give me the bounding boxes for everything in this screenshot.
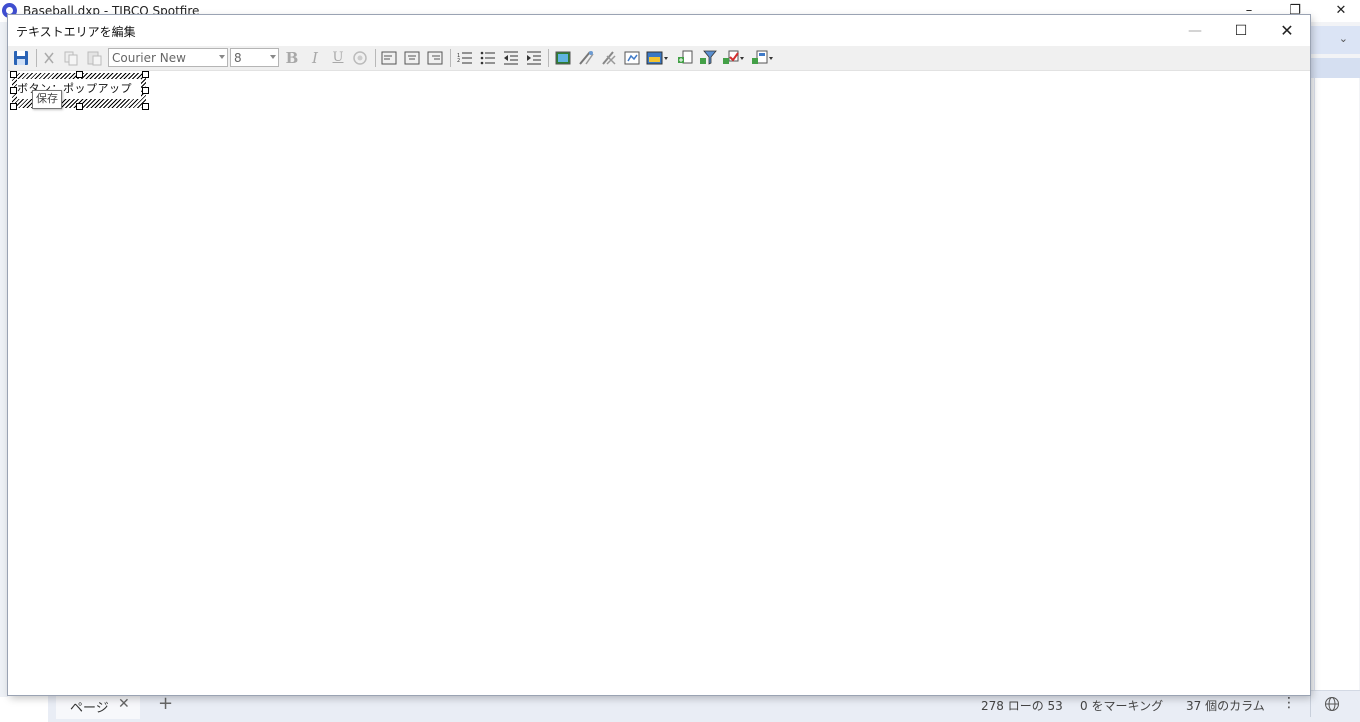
- more-controls-button[interactable]: [750, 48, 776, 68]
- marking-status: 0 をマーキング: [1080, 699, 1164, 713]
- dialog-maximize-button[interactable]: ☐: [1218, 15, 1264, 47]
- indent-button[interactable]: [524, 48, 544, 68]
- toolbar-separator: [548, 49, 549, 67]
- tab-close-icon[interactable]: ✕: [118, 696, 130, 712]
- save-icon: [14, 51, 28, 65]
- paste-button[interactable]: [84, 48, 104, 68]
- align-right-button[interactable]: [425, 48, 445, 68]
- resize-handle[interactable]: [142, 87, 149, 94]
- align-left-button[interactable]: [379, 48, 399, 68]
- add-page-button[interactable]: +: [158, 693, 173, 714]
- dialog-close-button[interactable]: ✕: [1264, 15, 1310, 47]
- column-count-status: 37 個のカラム: [1186, 699, 1265, 713]
- numbered-list-icon: 1 2: [457, 52, 472, 64]
- insert-image-button[interactable]: [553, 48, 573, 68]
- resize-handle[interactable]: [76, 103, 83, 110]
- remove-link-button[interactable]: [599, 48, 619, 68]
- bullet-list-button[interactable]: [478, 48, 498, 68]
- dialog-title: テキストエリアを編集: [16, 25, 136, 39]
- align-center-button[interactable]: [402, 48, 422, 68]
- property-control-button[interactable]: [622, 48, 642, 68]
- copy-icon: [64, 51, 78, 66]
- resize-handle[interactable]: [142, 71, 149, 78]
- app-background-right: ⌄: [1310, 22, 1360, 697]
- font-size-value: 8: [234, 51, 242, 65]
- font-size-select[interactable]: 8: [230, 48, 279, 67]
- insert-control-button[interactable]: [675, 48, 695, 68]
- action-link-icon: [579, 51, 594, 65]
- insert-table-button[interactable]: [645, 48, 671, 68]
- cut-icon: [44, 52, 54, 64]
- more-controls-icon: [752, 50, 773, 64]
- globe-icon[interactable]: [1324, 696, 1340, 712]
- filter-icon: [700, 50, 717, 65]
- editor-toolbar: Courier New 8 B I U 1 2: [8, 46, 1310, 71]
- chevron-down-icon: ⌄: [1338, 32, 1348, 45]
- bold-button[interactable]: B: [282, 48, 302, 68]
- row-count-status: 278 ローの 53: [981, 699, 1063, 713]
- paste-icon: [87, 51, 102, 66]
- marking-icon: [723, 50, 744, 64]
- chevron-down-icon: [270, 55, 276, 59]
- action-link-button[interactable]: [576, 48, 596, 68]
- right-dropdown[interactable]: ⌄: [1310, 26, 1360, 54]
- font-family-select[interactable]: Courier New: [108, 48, 228, 67]
- dialog-minimize-button[interactable]: —: [1172, 15, 1218, 47]
- toolbar-separator: [375, 49, 376, 67]
- chevron-down-icon: [219, 55, 225, 59]
- text-color-button[interactable]: [350, 48, 370, 68]
- resize-handle[interactable]: [142, 103, 149, 110]
- resize-handle[interactable]: [76, 71, 83, 78]
- toolbar-separator: [36, 49, 37, 67]
- align-left-icon: [381, 51, 397, 65]
- underline-button[interactable]: U: [328, 48, 348, 68]
- cut-button[interactable]: [39, 48, 59, 68]
- indent-icon: [527, 51, 541, 65]
- tab-page[interactable]: ページ ✕: [56, 691, 140, 719]
- resize-handle[interactable]: [10, 71, 17, 78]
- align-right-icon: [427, 51, 443, 65]
- bullet-list-icon: [480, 51, 495, 65]
- numbered-list-button[interactable]: 1 2: [455, 48, 475, 68]
- app-background-left: [0, 22, 8, 697]
- outdent-button[interactable]: [501, 48, 521, 68]
- text-area-editor[interactable]: ボタン：ポップアップ 保存: [8, 71, 1310, 695]
- outdent-icon: [504, 51, 518, 65]
- italic-button[interactable]: I: [305, 48, 325, 68]
- insert-table-icon: [646, 51, 668, 65]
- tab-page-label: ページ: [70, 701, 109, 716]
- align-center-icon: [404, 51, 420, 65]
- save-button[interactable]: [11, 48, 31, 68]
- more-options-icon[interactable]: ⋮: [1282, 695, 1296, 711]
- resize-handle[interactable]: [10, 87, 17, 94]
- remove-link-icon: [602, 51, 616, 65]
- save-tooltip: 保存: [32, 90, 62, 109]
- font-family-value: Courier New: [112, 51, 186, 65]
- status-divider: [1310, 695, 1311, 717]
- resize-handle[interactable]: [10, 103, 17, 110]
- filter-button[interactable]: [698, 48, 718, 68]
- edit-text-area-dialog: テキストエリアを編集 — ☐ ✕ Courier New 8 B I U 1 2…: [8, 15, 1310, 695]
- right-panel: [1314, 78, 1359, 695]
- color-icon: [353, 51, 367, 65]
- image-icon: [555, 51, 571, 65]
- right-panel-header: [1310, 58, 1360, 78]
- toolbar-separator: [450, 49, 451, 67]
- insert-control-icon: [678, 50, 693, 64]
- property-control-icon: [624, 51, 640, 65]
- svg-text:2: 2: [457, 58, 460, 64]
- marking-button[interactable]: [721, 48, 747, 68]
- copy-button[interactable]: [61, 48, 81, 68]
- app-close-button[interactable]: ✕: [1318, 0, 1360, 22]
